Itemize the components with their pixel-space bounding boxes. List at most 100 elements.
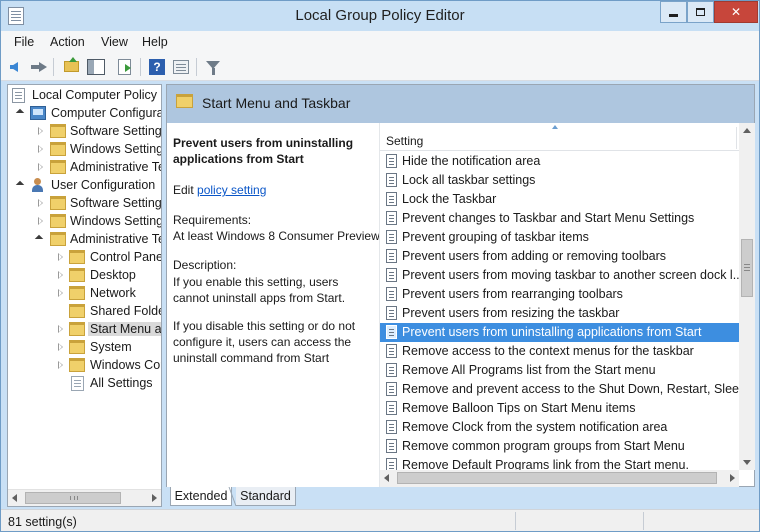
- tab-extended[interactable]: Extended: [170, 487, 232, 506]
- list-item-label: Remove Balloon Tips on Start Menu items: [402, 401, 636, 415]
- collapsed-arrow-icon[interactable]: [38, 163, 43, 171]
- description-panel: Prevent users from uninstalling applicat…: [167, 123, 380, 487]
- list-item-label: Prevent grouping of taskbar items: [402, 230, 589, 244]
- policy-setting-icon: [386, 230, 397, 244]
- folder-icon: [176, 94, 193, 108]
- settings-list: Setting Hide the notification area Lock a…: [379, 123, 755, 487]
- tree-item-label: Computer Configura: [51, 106, 162, 120]
- list-item[interactable]: Prevent users from uninstalling applicat…: [380, 323, 740, 342]
- column-header-setting[interactable]: Setting: [380, 123, 740, 151]
- collapsed-arrow-icon[interactable]: [58, 343, 63, 351]
- list-item[interactable]: Prevent users from adding or removing to…: [380, 247, 740, 266]
- back-button[interactable]: [9, 57, 29, 77]
- scroll-up-icon[interactable]: [743, 128, 751, 133]
- computer-icon: [30, 106, 46, 120]
- properties-button[interactable]: [171, 57, 191, 77]
- close-button[interactable]: ✕: [714, 1, 758, 23]
- tree-item-label: All Settings: [90, 376, 153, 390]
- filter-icon: [206, 61, 220, 75]
- scroll-right-icon[interactable]: [152, 494, 157, 502]
- list-vertical-scrollbar[interactable]: [739, 123, 755, 470]
- collapsed-arrow-icon[interactable]: [38, 217, 43, 225]
- policy-setting-icon: [386, 401, 397, 415]
- list-item[interactable]: Prevent users from moving taskbar to ano…: [380, 266, 740, 285]
- expanded-arrow-icon[interactable]: [15, 180, 25, 190]
- list-item[interactable]: Remove access to the context menus for t…: [380, 342, 740, 361]
- list-horizontal-scrollbar[interactable]: [380, 470, 739, 487]
- up-one-level-button[interactable]: [62, 57, 82, 77]
- edit-prefix: Edit: [173, 183, 194, 197]
- tree-item-label: Software Settings: [70, 196, 162, 210]
- scrollbar-thumb[interactable]: [25, 492, 121, 504]
- filter-button[interactable]: [203, 57, 223, 77]
- list-item[interactable]: Remove Clock from the system notificatio…: [380, 418, 740, 437]
- scroll-right-icon[interactable]: [730, 474, 735, 482]
- settings-rows: Hide the notification area Lock all taskb…: [380, 152, 740, 470]
- list-item-label: Prevent users from resizing the taskbar: [402, 306, 620, 320]
- list-item[interactable]: Prevent changes to Taskbar and Start Men…: [380, 209, 740, 228]
- list-item[interactable]: Remove common program groups from Start …: [380, 437, 740, 456]
- minimize-button[interactable]: [660, 1, 687, 23]
- menu-view[interactable]: View: [101, 35, 128, 49]
- collapsed-arrow-icon[interactable]: [58, 253, 63, 261]
- show-hide-tree-button[interactable]: [86, 57, 106, 77]
- scroll-left-icon[interactable]: [12, 494, 17, 502]
- expanded-arrow-icon[interactable]: [15, 108, 25, 118]
- policy-setting-icon: [386, 192, 397, 206]
- requirements-label: Requirements:: [173, 213, 252, 227]
- collapsed-arrow-icon[interactable]: [38, 199, 43, 207]
- policy-setting-icon: [386, 344, 397, 358]
- list-item[interactable]: Prevent users from resizing the taskbar: [380, 304, 740, 323]
- list-item[interactable]: Hide the notification area: [380, 152, 740, 171]
- folder-icon: [50, 196, 66, 210]
- forward-button[interactable]: [28, 57, 48, 77]
- help-icon: ?: [149, 59, 165, 75]
- list-item[interactable]: Lock the Taskbar: [380, 190, 740, 209]
- list-item[interactable]: Lock all taskbar settings: [380, 171, 740, 190]
- folder-icon: [50, 124, 66, 138]
- list-item[interactable]: Remove Default Programs link from the St…: [380, 456, 740, 470]
- list-item[interactable]: Prevent grouping of taskbar items: [380, 228, 740, 247]
- export-list-button[interactable]: [115, 57, 135, 77]
- collapsed-arrow-icon[interactable]: [58, 361, 63, 369]
- collapsed-arrow-icon[interactable]: [38, 145, 43, 153]
- up-folder-icon: [64, 57, 79, 72]
- list-item[interactable]: Prevent users from rearranging toolbars: [380, 285, 740, 304]
- expanded-arrow-icon[interactable]: [34, 234, 44, 244]
- tree-item-label: Software Settings: [70, 124, 162, 138]
- collapsed-arrow-icon[interactable]: [38, 127, 43, 135]
- policy-setting-icon: [386, 249, 397, 263]
- collapsed-arrow-icon[interactable]: [58, 271, 63, 279]
- policy-setting-icon: [386, 268, 397, 282]
- maximize-button[interactable]: [687, 1, 714, 23]
- folder-icon: [50, 160, 66, 174]
- scrollbar-thumb[interactable]: [397, 472, 717, 484]
- show-hide-tree-icon: [87, 59, 105, 75]
- tree-item-label: Windows Setting: [70, 214, 162, 228]
- menu-help[interactable]: Help: [142, 35, 168, 49]
- tree-item-label: Administrative Te: [70, 160, 162, 174]
- list-item-label: Remove Default Programs link from the St…: [402, 458, 689, 470]
- policy-setting-link[interactable]: policy setting: [197, 183, 266, 197]
- tree-horizontal-scrollbar[interactable]: [8, 489, 161, 506]
- list-item-label: Hide the notification area: [402, 154, 541, 168]
- policy-setting-icon: [386, 420, 397, 434]
- menu-file[interactable]: File: [14, 35, 34, 49]
- help-button[interactable]: ?: [147, 57, 167, 77]
- list-item[interactable]: Remove All Programs list from the Start …: [380, 361, 740, 380]
- scrollbar-thumb[interactable]: [741, 239, 753, 297]
- collapsed-arrow-icon[interactable]: [58, 289, 63, 297]
- policy-setting-icon: [386, 154, 397, 168]
- scroll-left-icon[interactable]: [384, 474, 389, 482]
- collapsed-arrow-icon[interactable]: [58, 325, 63, 333]
- tab-standard[interactable]: Standard: [236, 487, 296, 506]
- list-item[interactable]: Remove Balloon Tips on Start Menu items: [380, 399, 740, 418]
- menu-action[interactable]: Action: [50, 35, 85, 49]
- console-tree[interactable]: Local Computer Policy Computer Configura…: [7, 84, 162, 507]
- scroll-down-icon[interactable]: [743, 460, 751, 465]
- list-item[interactable]: Remove and prevent access to the Shut Do…: [380, 380, 740, 399]
- title-bar[interactable]: Local Group Policy Editor ✕: [1, 1, 759, 31]
- column-divider[interactable]: [736, 127, 737, 149]
- list-item-label: Prevent users from rearranging toolbars: [402, 287, 623, 301]
- menu-bar: File Action View Help: [1, 31, 759, 53]
